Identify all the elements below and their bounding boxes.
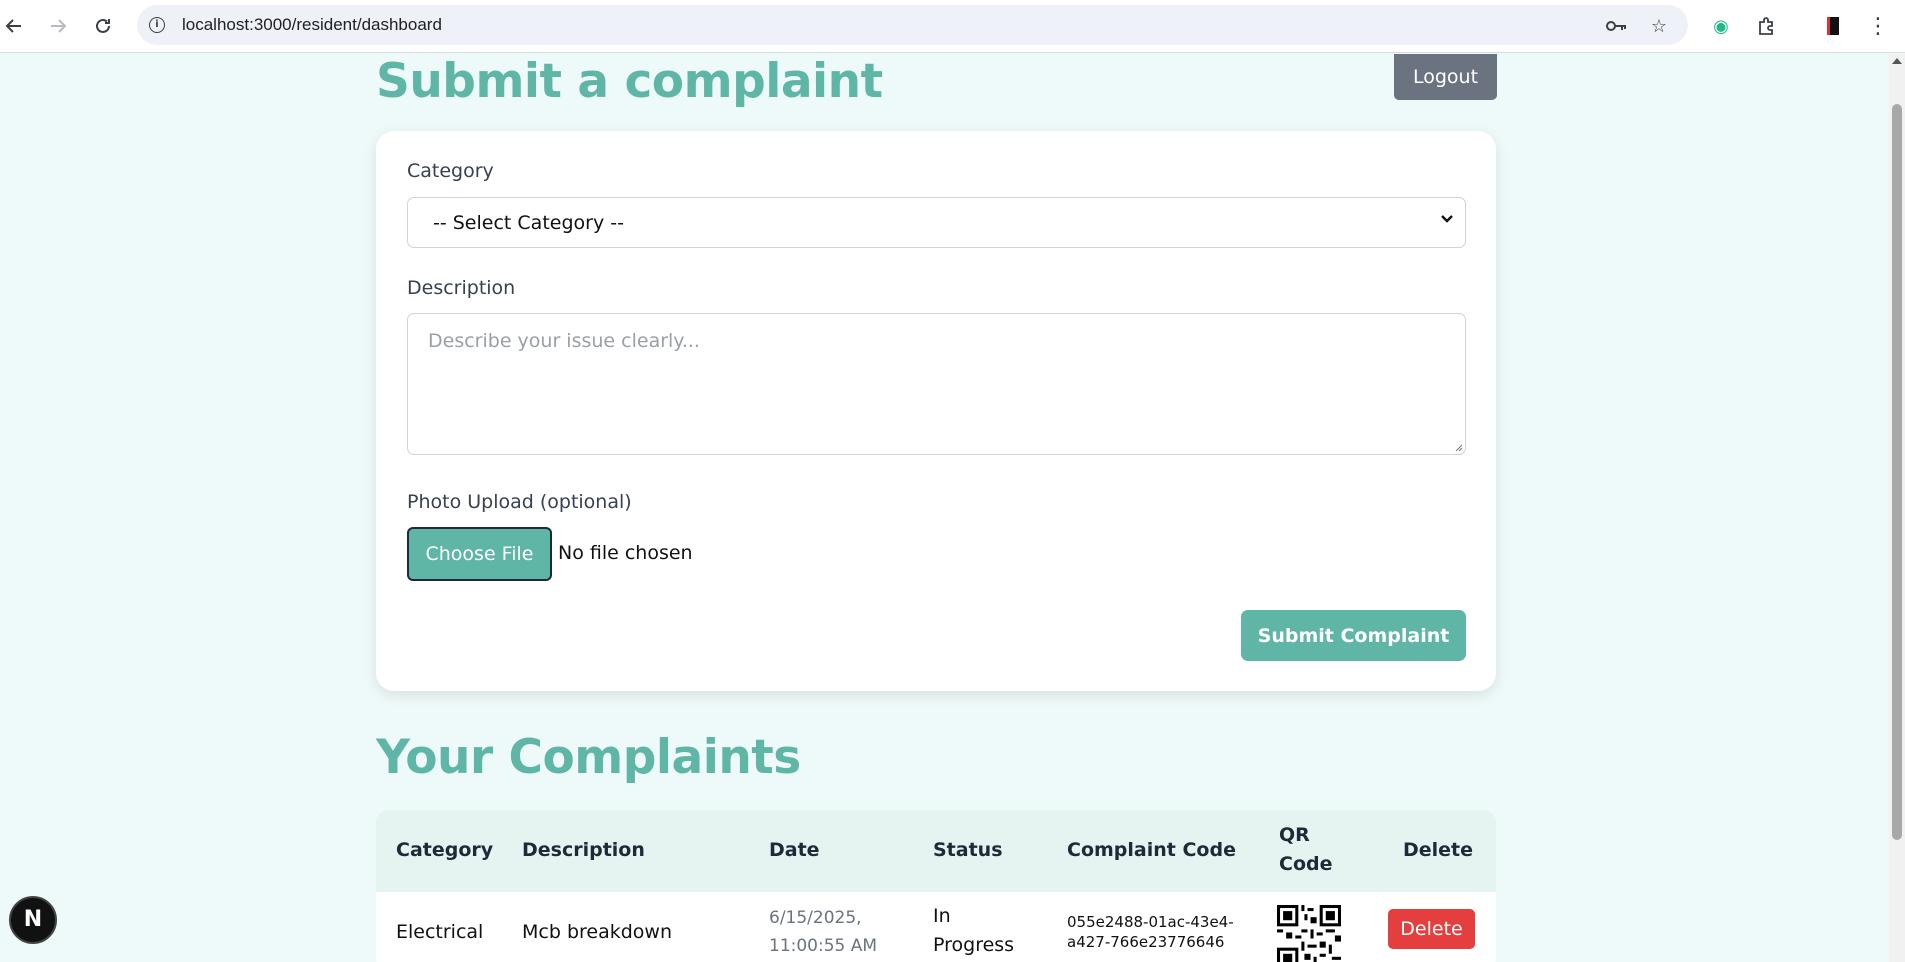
description-textarea[interactable]: Describe your issue clearly...	[407, 313, 1466, 455]
complaints-section-title: Your Complaints	[376, 730, 801, 785]
submit-complaint-button[interactable]: Submit Complaint	[1241, 610, 1466, 661]
browser-toolbar: i localhost:3000/resident/dashboard ☆ ◉ …	[0, 0, 1905, 53]
key-icon[interactable]	[1606, 15, 1628, 37]
row-code-line2: a427-766e23776646	[1067, 933, 1225, 951]
header-complaint-code: Complaint Code	[1067, 839, 1236, 861]
file-status-text: No file chosen	[558, 542, 693, 564]
url-text: localhost:3000/resident/dashboard	[182, 15, 442, 34]
header-category: Category	[396, 839, 494, 861]
category-select-value: -- Select Category --	[433, 212, 624, 234]
table-header: Category Description Date Status Complai…	[376, 810, 1496, 892]
puzzle-icon[interactable]	[1753, 12, 1781, 40]
row-date-line1: 6/15/2025,	[769, 908, 862, 928]
scrollbar-thumb[interactable]	[1892, 104, 1902, 840]
menu-kebab-icon[interactable]: ⋮	[1864, 12, 1892, 40]
forward-arrow-icon[interactable]	[44, 12, 72, 40]
resize-grip-icon[interactable]	[1453, 442, 1463, 452]
extension-eye-icon[interactable]: ◉	[1707, 12, 1735, 40]
nextjs-dev-indicator[interactable]: N	[9, 896, 57, 944]
row-description: Mcb breakdown	[522, 921, 672, 943]
header-status: Status	[933, 839, 1003, 861]
star-icon[interactable]: ☆	[1648, 15, 1670, 37]
header-description: Description	[522, 839, 645, 861]
address-bar[interactable]: i localhost:3000/resident/dashboard ☆	[137, 5, 1688, 45]
logout-button[interactable]: Logout	[1394, 54, 1497, 100]
category-select[interactable]: -- Select Category --	[407, 197, 1466, 248]
header-qr-line2: Code	[1279, 853, 1333, 875]
profile-icon[interactable]	[1819, 12, 1847, 40]
row-date-line2: 11:00:55 AM	[769, 936, 878, 956]
back-arrow-icon[interactable]	[0, 12, 28, 40]
page-scrollbar[interactable]	[1889, 54, 1905, 962]
header-date: Date	[769, 839, 820, 861]
site-info-icon[interactable]: i	[149, 17, 165, 33]
category-label: Category	[407, 160, 494, 182]
description-label: Description	[407, 277, 516, 299]
chevron-down-icon	[1441, 212, 1453, 228]
reload-icon[interactable]	[89, 12, 117, 40]
row-category: Electrical	[396, 921, 484, 943]
delete-complaint-button[interactable]: Delete	[1388, 909, 1475, 949]
description-placeholder: Describe your issue clearly...	[428, 330, 700, 352]
row-status-line2: Progress	[933, 934, 1015, 956]
photo-upload-label: Photo Upload (optional)	[407, 491, 632, 513]
complaint-form-card: Category -- Select Category -- Descripti…	[376, 131, 1496, 691]
page-title: Submit a complaint	[376, 54, 883, 109]
qr-code-image[interactable]	[1277, 905, 1341, 962]
choose-file-button[interactable]: Choose File	[407, 527, 552, 581]
row-status-line1: In	[933, 905, 951, 927]
header-delete: Delete	[1403, 839, 1474, 861]
scroll-up-icon[interactable]	[1892, 58, 1902, 64]
header-qr-line1: QR	[1279, 824, 1310, 846]
row-code-line1: 055e2488-01ac-43e4-	[1067, 913, 1234, 931]
complaints-table: Category Description Date Status Complai…	[376, 810, 1496, 962]
